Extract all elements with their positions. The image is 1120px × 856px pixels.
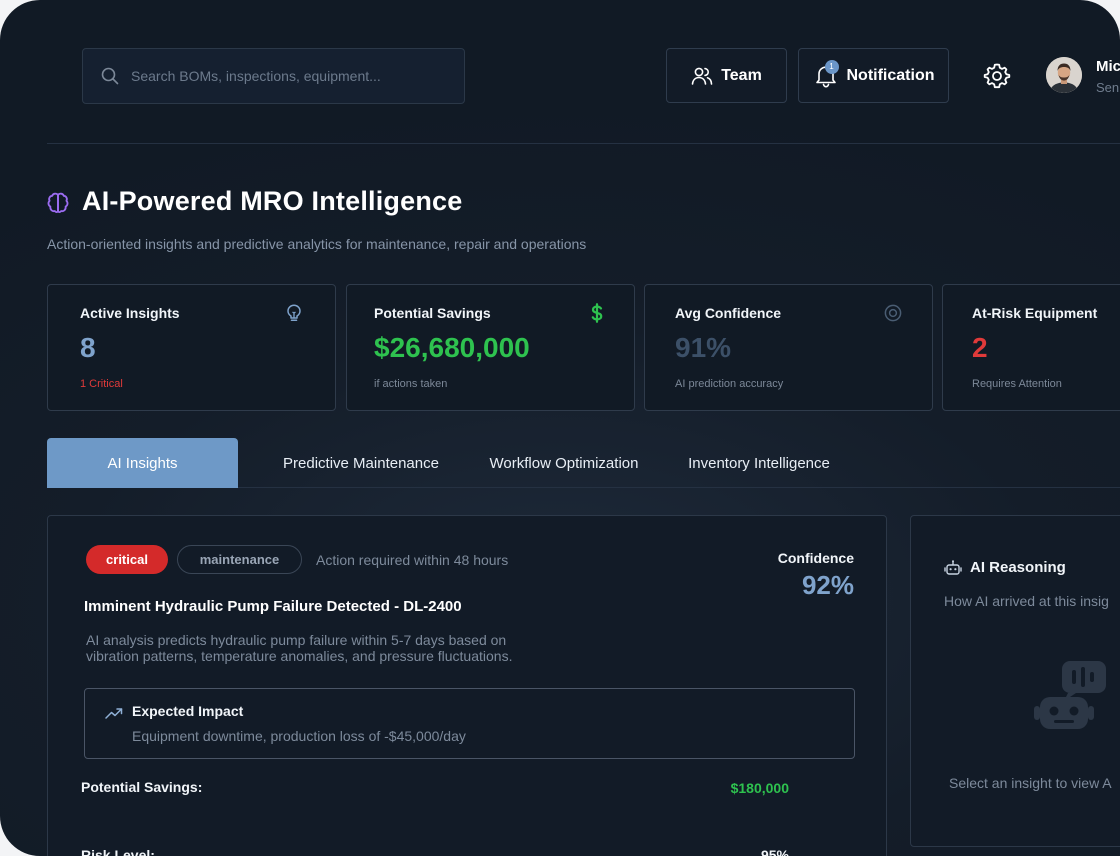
user-role: Sen	[1096, 80, 1120, 95]
tab-predictive-maintenance[interactable]: Predictive Maintenance	[261, 438, 461, 488]
lightbulb-icon	[287, 304, 301, 322]
confidence-label: Confidence	[777, 550, 854, 566]
notification-count-badge: 1	[824, 59, 839, 74]
stat-label: At-Risk Equipment	[972, 305, 1098, 321]
confidence-value: 92%	[801, 570, 854, 600]
search-bar[interactable]	[82, 48, 465, 104]
impact-text: Equipment downtime, production loss of -…	[132, 728, 466, 744]
page-title: AI-Powered MRO Intelligence	[82, 186, 463, 216]
team-button[interactable]: Team	[666, 48, 787, 103]
potential-savings-label: Potential Savings:	[81, 779, 203, 795]
users-icon	[691, 67, 713, 85]
robot-placeholder-icon	[1034, 661, 1106, 729]
header-divider	[47, 143, 1120, 144]
search-icon	[101, 67, 119, 85]
page-subtitle: Action-oriented insights and predictive …	[47, 236, 587, 252]
team-label: Team	[721, 66, 762, 84]
insight-description: AI analysis predicts hydraulic pump fail…	[86, 632, 513, 664]
severity-badge: critical	[86, 545, 168, 574]
tab-inventory-intelligence[interactable]: Inventory Intelligence	[667, 438, 851, 488]
stat-value: $26,680,000	[374, 332, 530, 363]
category-badge: maintenance	[177, 545, 302, 574]
gear-icon[interactable]	[983, 62, 1011, 90]
risk-level-value: 95%	[760, 847, 789, 856]
brain-icon	[47, 192, 69, 213]
tab-bar: AI Insights Predictive Maintenance Workf…	[47, 438, 1120, 488]
stat-note: if actions taken	[374, 378, 448, 390]
insight-card[interactable]: critical maintenance Action required wit…	[47, 515, 887, 856]
dollar-icon	[591, 303, 603, 323]
notification-label: Notification	[846, 66, 935, 84]
tab-workflow-optimization[interactable]: Workflow Optimization	[471, 438, 657, 488]
stat-note: Requires Attention	[972, 378, 1062, 390]
tab-ai-insights[interactable]: AI Insights	[47, 438, 238, 488]
stat-card-avg-confidence[interactable]: Avg Confidence 91% AI prediction accurac…	[644, 284, 933, 411]
stat-card-potential-savings[interactable]: Potential Savings $26,680,000 if actions…	[346, 284, 635, 411]
stat-note: AI prediction accuracy	[675, 378, 784, 390]
stat-value: 91%	[675, 332, 732, 363]
bell-icon: 1	[813, 59, 839, 89]
search-input[interactable]	[131, 68, 431, 84]
reasoning-empty-text: Select an insight to view A	[949, 775, 1112, 791]
user-name[interactable]: Mic	[1096, 58, 1120, 75]
app-frame: Team 1 Notification Mic Sen	[0, 0, 1120, 856]
insight-title: Imminent Hydraulic Pump Failure Detected…	[84, 598, 462, 615]
stat-label: Potential Savings	[374, 305, 491, 321]
stat-label: Active Insights	[80, 305, 180, 321]
target-icon	[884, 304, 902, 322]
impact-title: Expected Impact	[132, 703, 244, 719]
notification-button[interactable]: 1 Notification	[798, 48, 949, 103]
ai-reasoning-panel: AI Reasoning How AI arrived at this insi…	[910, 515, 1120, 847]
action-required-text: Action required within 48 hours	[316, 552, 509, 568]
stat-value: 8	[80, 332, 96, 363]
reasoning-title: AI Reasoning	[970, 559, 1066, 576]
trending-up-icon	[105, 708, 123, 719]
risk-level-label: Risk Level:	[81, 847, 155, 856]
stat-note: 1 Critical	[80, 378, 123, 390]
stat-value: 2	[972, 332, 988, 363]
stat-label: Avg Confidence	[675, 305, 782, 321]
bot-icon	[944, 560, 962, 575]
stat-card-at-risk-equipment[interactable]: At-Risk Equipment 2 Requires Attention	[942, 284, 1120, 411]
expected-impact-box: Expected Impact Equipment downtime, prod…	[84, 688, 855, 759]
stat-card-active-insights[interactable]: Active Insights 8 1 Critical	[47, 284, 336, 411]
avatar[interactable]	[1046, 57, 1082, 93]
potential-savings-value: $180,000	[730, 780, 789, 796]
reasoning-subtitle: How AI arrived at this insig	[944, 593, 1109, 609]
